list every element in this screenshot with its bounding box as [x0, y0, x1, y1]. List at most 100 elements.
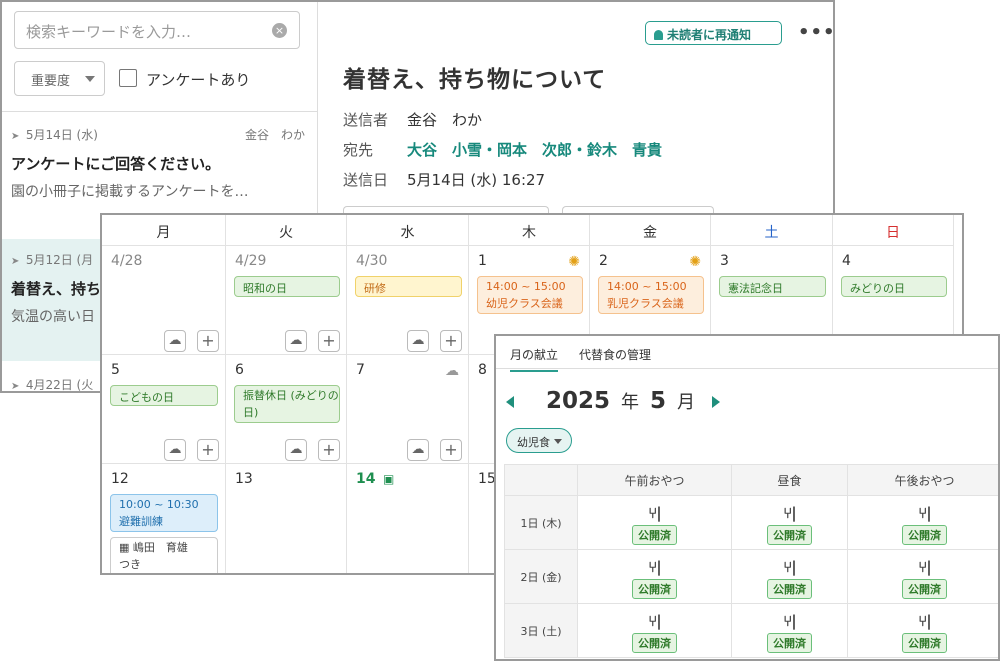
- event-name: 幼児クラス会議: [486, 297, 563, 310]
- published-badge: 公開済: [766, 579, 812, 599]
- meal-cell[interactable]: ⑂| 公開済: [577, 495, 732, 550]
- meal-cell[interactable]: ⑂| 公開済: [730, 603, 849, 658]
- sender-row: 送信者 金谷 わか: [343, 109, 482, 130]
- next-month-icon[interactable]: [712, 396, 720, 408]
- tab-monthly-menu[interactable]: 月の献立: [510, 346, 559, 372]
- weekday-header: 水: [347, 215, 469, 246]
- recipient-link[interactable]: 次郎・鈴木: [542, 141, 617, 159]
- year-value: 2025: [546, 388, 611, 414]
- year-month-title: 2025 年 5 月: [546, 388, 695, 414]
- add-event-icon[interactable]: +: [440, 330, 462, 352]
- published-badge: 公開済: [902, 633, 947, 653]
- day-label: 1日 (木): [504, 495, 578, 550]
- weather-icon[interactable]: ☁: [407, 330, 429, 352]
- cutlery-icon: ⑂|: [648, 558, 661, 576]
- weather-icon[interactable]: ☁: [407, 439, 429, 461]
- meal-cell[interactable]: ⑂| 公開済: [847, 603, 998, 658]
- search-placeholder: 検索キーワードを入力…: [26, 23, 192, 41]
- event-time: 14:00 ~ 15:00: [486, 280, 566, 293]
- add-event-icon[interactable]: +: [197, 439, 219, 461]
- sent-icon: ➤: [11, 131, 20, 142]
- calendar-day-cell[interactable]: 4/28 ☁ +: [102, 246, 226, 355]
- weather-icon[interactable]: ☁: [164, 330, 186, 352]
- cutlery-icon: ⑂|: [918, 612, 931, 630]
- cutlery-icon: ⑂|: [918, 504, 931, 522]
- cutlery-icon: ⑂|: [648, 504, 661, 522]
- event-tag[interactable]: 10:00 ~ 10:30 避難訓練: [110, 494, 218, 532]
- meal-cell[interactable]: ⑂| 公開済: [730, 495, 849, 550]
- holiday-tag[interactable]: みどりの日: [841, 276, 947, 297]
- clear-icon[interactable]: ×: [272, 23, 287, 38]
- event-tag[interactable]: 14:00 ~ 15:00 幼児クラス会議: [477, 276, 583, 314]
- event-tag[interactable]: 研修: [355, 276, 462, 297]
- meal-cell[interactable]: ⑂| 公開済: [577, 603, 732, 658]
- day-number: 5: [111, 362, 120, 378]
- day-number: 6: [235, 362, 244, 378]
- message-meta: ➤ 5月14日 (水) 金谷 わか: [11, 126, 309, 144]
- weather-icon[interactable]: ☁: [285, 439, 307, 461]
- calendar-day-cell[interactable]: 12 10:00 ~ 10:30 避難訓練 ▦ 嶋田 育雄 つき: [102, 464, 226, 573]
- recipient-link[interactable]: 青貴: [632, 141, 662, 159]
- message-title: アンケートにご回答ください。: [11, 155, 221, 173]
- visitor-name: 嶋田 育雄: [132, 541, 188, 554]
- recipient-link[interactable]: 小雪・岡本: [452, 141, 527, 159]
- published-badge: 公開済: [631, 633, 677, 653]
- message-date: 5月14日 (水): [25, 128, 98, 142]
- search-input[interactable]: 検索キーワードを入力… ×: [14, 11, 300, 49]
- meal-menu-table: 午前おやつ 昼食 午後おやつ 1日 (木) ⑂| 公開済 ⑂| 公開済 ⑂| 公開済 …: [504, 464, 998, 658]
- more-options-icon[interactable]: •••: [798, 22, 833, 43]
- visitor-icon: ▦: [119, 541, 133, 554]
- meal-cell[interactable]: ⑂| 公開済: [847, 549, 998, 604]
- survey-checkbox-label[interactable]: アンケートあり: [146, 69, 250, 90]
- add-event-icon[interactable]: +: [197, 330, 219, 352]
- holiday-tag[interactable]: こどもの日: [110, 385, 218, 406]
- day-number: 4/29: [235, 253, 267, 269]
- cutlery-icon: ⑂|: [783, 504, 796, 522]
- calendar-day-cell[interactable]: 13: [226, 464, 347, 573]
- day-label: 2日 (金): [504, 549, 578, 604]
- meal-type-select[interactable]: 幼児食: [506, 428, 572, 453]
- published-badge: 公開済: [902, 579, 947, 599]
- visitor-note: つき: [119, 558, 141, 571]
- previous-month-icon[interactable]: [506, 396, 514, 408]
- calendar-day-cell-today[interactable]: 14 ▣: [347, 464, 469, 573]
- importance-filter-select[interactable]: 重要度: [14, 61, 105, 96]
- resend-unread-label: 未読者に再通知: [667, 28, 752, 42]
- recipient-link[interactable]: 大谷: [407, 141, 437, 159]
- visitor-tag[interactable]: ▦ 嶋田 育雄つき: [110, 537, 218, 573]
- message-date: 4月22日 (火: [25, 378, 94, 392]
- recipients-row: 宛先 大谷 小雪・岡本 次郎・鈴木 青貴: [343, 139, 662, 160]
- tab-substitute-meals[interactable]: 代替食の管理: [579, 346, 651, 363]
- sun-icon: ✺: [568, 254, 580, 270]
- holiday-tag[interactable]: 昭和の日: [234, 276, 340, 297]
- calendar-day-cell[interactable]: 4/30 研修 ☁ +: [347, 246, 469, 355]
- published-badge: 公開済: [631, 525, 677, 545]
- calendar-day-cell[interactable]: 4/29 昭和の日 ☁ +: [226, 246, 347, 355]
- calendar-day-cell[interactable]: 6 振替休日 (みどりの日) ☁ +: [226, 355, 347, 464]
- recipients-label: 宛先: [343, 141, 374, 159]
- cloud-icon: ☁: [445, 363, 459, 379]
- calendar-day-cell[interactable]: 5 こどもの日 ☁ +: [102, 355, 226, 464]
- sent-date-value: 5月14日 (水) 16:27: [407, 171, 546, 189]
- meal-cell[interactable]: ⑂| 公開済: [730, 549, 849, 604]
- weather-icon[interactable]: ☁: [164, 439, 186, 461]
- day-number: 4/30: [356, 253, 388, 269]
- cutlery-icon: ⑂|: [918, 558, 931, 576]
- meal-menu-window: 月の献立 代替食の管理 2025 年 5 月 幼児食 午前おやつ 昼食 午後おやつ 1…: [494, 334, 1000, 661]
- event-tag[interactable]: 14:00 ~ 15:00 乳児クラス会議: [598, 276, 704, 314]
- sender-label: 送信者: [343, 111, 389, 129]
- add-event-icon[interactable]: +: [318, 330, 340, 352]
- published-badge: 公開済: [631, 579, 677, 599]
- weather-icon[interactable]: ☁: [285, 330, 307, 352]
- survey-checkbox[interactable]: [119, 69, 137, 87]
- resend-unread-button[interactable]: 未読者に再通知: [645, 21, 782, 45]
- add-event-icon[interactable]: +: [318, 439, 340, 461]
- holiday-tag[interactable]: 憲法記念日: [719, 276, 826, 297]
- holiday-tag[interactable]: 振替休日 (みどりの日): [234, 385, 340, 423]
- add-event-icon[interactable]: +: [440, 439, 462, 461]
- calendar-day-cell[interactable]: 7 ☁ ☁ +: [347, 355, 469, 464]
- day-number: 13: [235, 471, 253, 487]
- meal-cell[interactable]: ⑂| 公開済: [847, 495, 998, 550]
- weekday-header: 金: [590, 215, 711, 246]
- meal-cell[interactable]: ⑂| 公開済: [577, 549, 732, 604]
